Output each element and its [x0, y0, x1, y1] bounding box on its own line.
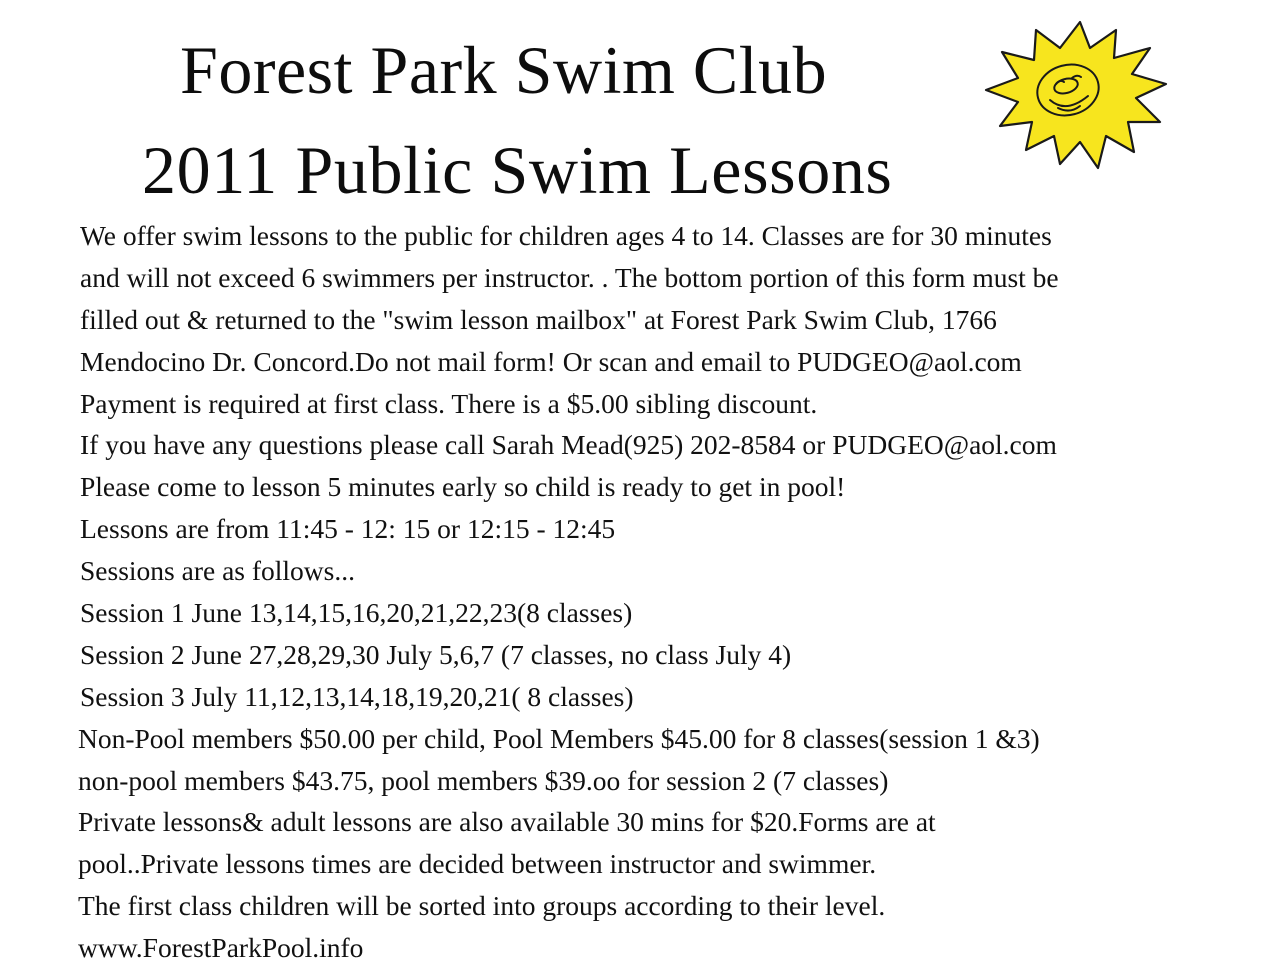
text-line: Session 3 July 11,12,13,14,18,19,20,21( …	[80, 680, 634, 712]
text-line: Mendocino Dr. Concord.Do not mail form! …	[80, 345, 1022, 377]
text-line: and will not exceed 6 swimmers per instr…	[80, 261, 1059, 293]
sun-rays	[984, 20, 1168, 170]
text-line: non-pool members $43.75, pool members $3…	[78, 764, 889, 796]
smiling-sun-icon	[984, 20, 1168, 170]
text-line: pool..Private lessons times are decided …	[78, 848, 877, 880]
text-line: The first class children will be sorted …	[78, 890, 886, 922]
text-line: Payment is required at first class. Ther…	[80, 387, 818, 419]
flyer-title: 2011 Public Swim Lessons	[142, 132, 893, 208]
text-line: If you have any questions please call Sa…	[80, 429, 1057, 461]
text-line: Session 2 June 27,28,29,30 July 5,6,7 (7…	[80, 638, 792, 670]
text-line: We offer swim lessons to the public for …	[80, 220, 1052, 251]
text-line: Non-Pool members $50.00 per child, Pool …	[78, 722, 1040, 754]
text-line: Session 1 June 13,14,15,16,20,21,22,23(8…	[80, 597, 633, 629]
club-title: Forest Park Swim Club	[180, 32, 828, 108]
flyer-page: Forest Park Swim Club 2011 Public Swim L…	[0, 0, 1268, 980]
text-line: Private lessons& adult lessons are also …	[78, 806, 936, 838]
text-line: Lessons are from 11:45 - 12: 15 or 12:15…	[80, 513, 616, 545]
website-link[interactable]: www.ForestParkPool.info	[78, 927, 1250, 969]
text-line: Please come to lesson 5 minutes early so…	[80, 471, 846, 503]
text-line: Sessions are as follows...	[80, 555, 355, 587]
lesson-details: We offer swim lessons to the public for …	[78, 215, 1250, 969]
text-line: filled out & returned to the "swim lesso…	[80, 303, 997, 335]
